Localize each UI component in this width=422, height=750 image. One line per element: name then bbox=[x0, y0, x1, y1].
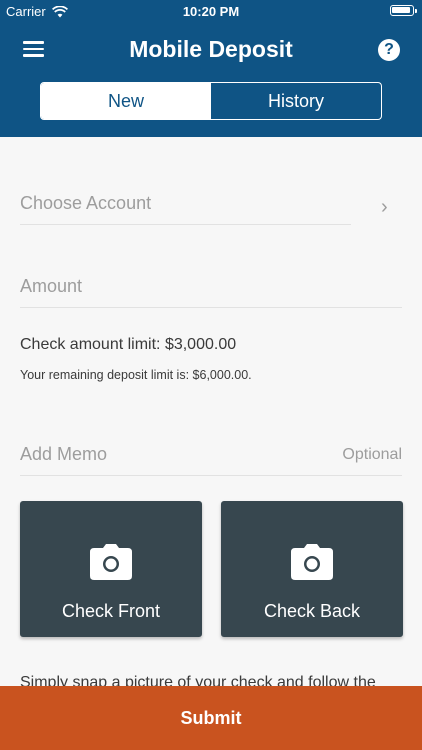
memo-field[interactable]: Add Memo Optional bbox=[20, 434, 402, 476]
camera-icon bbox=[90, 544, 132, 580]
check-front-button[interactable]: Check Front bbox=[20, 501, 202, 637]
question-circle-icon[interactable]: ? bbox=[378, 39, 400, 61]
page-title: Mobile Deposit bbox=[129, 36, 293, 62]
check-back-label: Check Back bbox=[263, 601, 361, 621]
check-front-label: Check Front bbox=[61, 601, 161, 621]
memo-optional-hint: Optional bbox=[342, 446, 402, 463]
submit-button[interactable]: Submit bbox=[0, 686, 422, 750]
tab-history[interactable]: History bbox=[211, 83, 381, 119]
memo-label: Add Memo bbox=[20, 444, 108, 464]
amount-field[interactable]: Amount bbox=[20, 266, 402, 308]
battery-icon bbox=[390, 5, 417, 16]
header: Carrier 10:20 PM Mobile Deposit ? New Hi… bbox=[0, 0, 422, 137]
status-bar: Carrier 10:20 PM bbox=[0, 0, 422, 22]
check-back-button[interactable]: Check Back bbox=[221, 501, 403, 637]
tab-switcher: New History bbox=[40, 82, 382, 120]
tab-new[interactable]: New bbox=[41, 83, 211, 119]
chevron-right-icon[interactable]: › bbox=[381, 196, 388, 219]
check-amount-limit: Check amount limit: $3,000.00 bbox=[20, 336, 237, 353]
choose-account-label: Choose Account bbox=[20, 193, 152, 213]
camera-icon bbox=[291, 544, 333, 580]
choose-account-field[interactable]: Choose Account bbox=[20, 183, 351, 225]
remaining-deposit-limit: Your remaining deposit limit is: $6,000.… bbox=[20, 368, 252, 382]
status-time: 10:20 PM bbox=[182, 4, 240, 19]
amount-label: Amount bbox=[20, 276, 83, 296]
